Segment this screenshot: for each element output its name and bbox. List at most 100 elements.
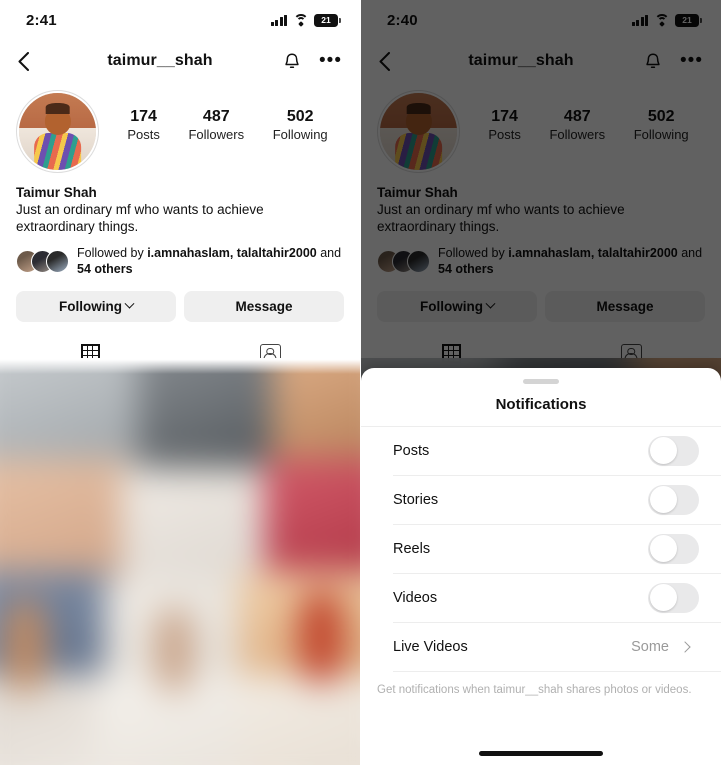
followed-by-prefix: Followed by: [438, 246, 509, 260]
notification-row-reels[interactable]: Reels: [393, 525, 721, 574]
toggle-knob: [649, 437, 677, 464]
followers-count: 487: [563, 108, 591, 125]
notifications-bell-icon[interactable]: [283, 52, 301, 71]
home-indicator[interactable]: [479, 751, 603, 756]
status-icons: 21: [270, 13, 341, 27]
profile-full-name: Taimur Shah: [377, 185, 458, 200]
chevron-right-icon: [679, 640, 691, 653]
row-control: [648, 484, 705, 515]
status-time: 2:41: [26, 11, 57, 29]
following-button[interactable]: Following: [16, 291, 176, 322]
mutual-followers-avatars: [377, 249, 430, 273]
avatar[interactable]: [377, 90, 460, 173]
more-options-icon[interactable]: •••: [319, 51, 342, 70]
row-label: Live Videos: [393, 638, 468, 655]
notification-row-posts[interactable]: Posts: [393, 427, 721, 476]
notification-row-stories[interactable]: Stories: [393, 476, 721, 525]
posts-toggle[interactable]: [648, 435, 699, 466]
profile-header: 174 Posts 487 Followers 502 Following: [361, 82, 721, 173]
stat-following[interactable]: 502 Following: [634, 108, 689, 142]
notification-settings-list: Posts Stories Reels Videos Live Videos S…: [361, 427, 721, 672]
stat-posts[interactable]: 174 Posts: [127, 108, 160, 142]
row-label: Stories: [393, 491, 439, 508]
toggle-knob: [649, 535, 677, 562]
back-chevron-icon[interactable]: [18, 51, 44, 71]
mutual-avatar: [46, 249, 69, 273]
row-control: Some: [631, 639, 705, 655]
profile-bio: Taimur Shah Just an ordinary mf who want…: [0, 173, 360, 235]
toggle-knob: [649, 486, 677, 513]
stat-followers[interactable]: 487 Followers: [549, 108, 605, 142]
message-button[interactable]: Message: [184, 291, 344, 322]
row-control: [648, 582, 705, 613]
notification-row-videos[interactable]: Videos: [393, 574, 721, 623]
profile-navbar: taimur__shah •••: [361, 40, 721, 82]
cellular-signal-icon: [631, 14, 648, 26]
message-button-label: Message: [235, 299, 293, 314]
stories-toggle[interactable]: [648, 484, 699, 515]
profile-actions: Following Message: [0, 277, 360, 322]
status-time: 2:40: [387, 11, 418, 29]
left-phone-screen: 2:41 21 taimur__shah ••• 174 Posts 487 F…: [0, 0, 360, 765]
followed-by-text: Followed by i.amnahaslam, talaltahir2000…: [438, 245, 705, 277]
followed-by[interactable]: Followed by i.amnahaslam, talaltahir2000…: [0, 235, 360, 277]
avatar-image: [19, 93, 96, 170]
mutual-avatar: [407, 249, 430, 273]
followed-by[interactable]: Followed by i.amnahaslam, talaltahir2000…: [361, 235, 721, 277]
stat-following[interactable]: 502 Following: [273, 108, 328, 142]
reels-toggle[interactable]: [648, 533, 699, 564]
following-label: Following: [633, 127, 689, 142]
wifi-icon: [293, 13, 308, 27]
following-button-label: Following: [420, 299, 483, 314]
sheet-footer-text: Get notifications when taimur__shah shar…: [377, 683, 692, 696]
mutual-followers-avatars: [16, 249, 69, 273]
post-grid[interactable]: [0, 358, 360, 765]
stat-posts[interactable]: 174 Posts: [488, 108, 521, 142]
navbar-actions: •••: [276, 51, 342, 71]
profile-actions: Following Message: [361, 277, 721, 322]
battery-icon: 21: [314, 13, 341, 27]
followed-by-prefix: Followed by: [77, 246, 148, 260]
wifi-icon: [654, 13, 669, 27]
following-button[interactable]: Following: [377, 291, 537, 322]
battery-icon: 21: [675, 13, 702, 27]
screenshot-stage: 2:41 21 taimur__shah ••• 174 Posts 487 F…: [0, 0, 721, 765]
followed-by-names: i.amnahaslam, talaltahir2000: [508, 246, 678, 260]
profile-full-name: Taimur Shah: [16, 185, 97, 200]
profile-navbar: taimur__shah •••: [0, 40, 360, 82]
avatar-image: [380, 93, 457, 170]
profile-bio: Taimur Shah Just an ordinary mf who want…: [361, 173, 721, 235]
row-label: Reels: [393, 540, 431, 557]
following-label: Following: [272, 127, 328, 142]
notifications-bell-icon[interactable]: [644, 52, 662, 71]
posts-label: Posts: [488, 127, 521, 142]
chevron-down-icon: [124, 298, 135, 309]
back-chevron-icon[interactable]: [379, 51, 405, 71]
followed-by-count: 54 others: [438, 262, 494, 276]
navbar-actions: •••: [637, 51, 703, 71]
status-bar: 2:40 21: [361, 0, 721, 40]
stat-followers[interactable]: 487 Followers: [188, 108, 244, 142]
live-videos-value: Some: [631, 638, 669, 655]
more-options-icon[interactable]: •••: [680, 51, 703, 70]
following-count: 502: [286, 108, 314, 125]
videos-toggle[interactable]: [648, 582, 699, 613]
battery-level: 21: [682, 14, 692, 25]
sheet-title: Notifications: [495, 395, 587, 413]
battery-level: 21: [321, 14, 331, 25]
followed-by-mid: and: [316, 246, 342, 260]
followed-by-names: i.amnahaslam, talaltahir2000: [147, 246, 317, 260]
grid-top-fade: [0, 358, 360, 374]
following-button-label: Following: [59, 299, 122, 314]
avatar[interactable]: [16, 90, 99, 173]
followers-label: Followers: [188, 127, 245, 142]
posts-label: Posts: [127, 127, 160, 142]
profile-header: 174 Posts 487 Followers 502 Following: [0, 82, 360, 173]
notifications-bottom-sheet: Notifications Posts Stories Reels Videos…: [361, 368, 721, 765]
profile-username-title: taimur__shah: [107, 52, 213, 69]
toggle-knob: [649, 584, 677, 611]
right-phone-screen: 2:40 21 taimur__shah ••• 174 Posts 487 F…: [360, 0, 721, 765]
profile-stats: 174 Posts 487 Followers 502 Following: [460, 90, 705, 142]
message-button[interactable]: Message: [545, 291, 705, 322]
notification-row-live-videos[interactable]: Live Videos Some: [393, 623, 721, 672]
